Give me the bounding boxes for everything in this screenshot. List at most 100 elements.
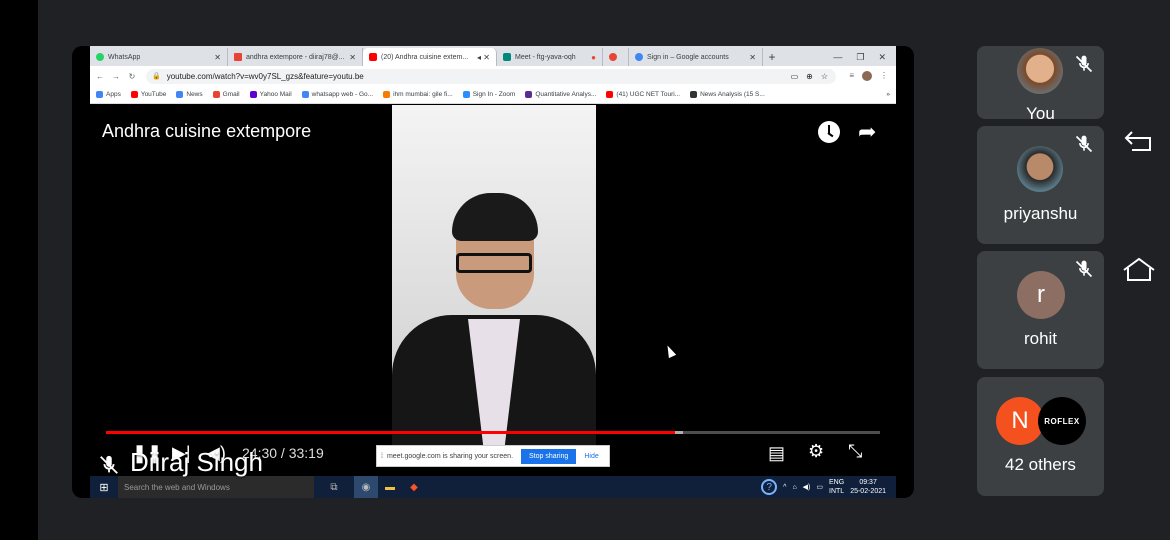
bookmark-quant[interactable]: Quantitative Analys... bbox=[525, 91, 596, 98]
bookmark-news-analysis[interactable]: News Analysis (15 S... bbox=[690, 91, 765, 98]
menu-icon[interactable]: ⋮ bbox=[880, 71, 888, 81]
url-input[interactable]: 🔒 youtube.com/watch?v=wv0y7SL_gzs&featur… bbox=[146, 68, 836, 84]
media-icon[interactable]: ≡ bbox=[849, 71, 854, 81]
tab-meet[interactable]: Meet - ftg-yava-oqh ● bbox=[497, 48, 603, 66]
settings-gear-icon[interactable]: ⚙ bbox=[808, 441, 824, 462]
home-nav-icon[interactable] bbox=[1121, 256, 1157, 291]
tab-label: andhra extempore - diiraj78@... bbox=[246, 53, 345, 61]
bookmark-yahoo-mail[interactable]: Yahoo Mail bbox=[249, 91, 292, 98]
new-tab-button[interactable]: + bbox=[763, 48, 781, 66]
stop-sharing-button[interactable]: Stop sharing bbox=[521, 448, 577, 464]
lang-top: ENG bbox=[829, 479, 845, 486]
bookmark-label: Apps bbox=[106, 91, 121, 98]
chrome-icon[interactable]: ◉ bbox=[354, 476, 378, 498]
avatar-initial: N bbox=[1011, 407, 1029, 434]
screen-share-notice: ⁞ meet.google.com is sharing your screen… bbox=[376, 445, 610, 467]
whatsapp-icon bbox=[96, 53, 104, 61]
bookmark-zoom[interactable]: Sign In - Zoom bbox=[462, 91, 515, 98]
roflex-logo-text: ROFLEX bbox=[1044, 416, 1080, 426]
brave-icon[interactable]: ◆ bbox=[402, 476, 426, 498]
edge-icon bbox=[525, 91, 533, 98]
profile-avatar[interactable] bbox=[862, 71, 872, 81]
hide-button[interactable]: Hide bbox=[584, 453, 598, 460]
close-icon[interactable]: ◂ ✕ bbox=[473, 53, 490, 62]
network-icon[interactable]: ⌂ bbox=[792, 484, 796, 491]
taskbar-search-input[interactable]: Search the web and Windows bbox=[118, 476, 314, 498]
bookmark-ugc-net[interactable]: (41) UGC NET Touri... bbox=[606, 91, 680, 98]
minimize-icon[interactable]: — bbox=[833, 48, 842, 66]
language-indicator[interactable]: ENG INTL bbox=[829, 478, 844, 496]
bookmark-ihm[interactable]: ihm mumbai: gile fi... bbox=[383, 91, 453, 98]
tab-youtube[interactable]: (20) Andhra cuisine extem... ◂ ✕ bbox=[363, 48, 497, 66]
bookmarks-overflow-icon[interactable]: » bbox=[886, 91, 896, 98]
progress-played bbox=[106, 431, 675, 434]
youtube-icon bbox=[130, 91, 138, 98]
back-icon[interactable]: ← bbox=[94, 72, 106, 81]
share-icon[interactable]: ➦ bbox=[858, 121, 876, 143]
bookmark-whatsapp-web[interactable]: whatsapp web - Go... bbox=[301, 91, 373, 98]
youtube-player[interactable]: Andhra cuisine extempore ➦ ❚❚ ▶| ◀) 24:3… bbox=[72, 105, 914, 476]
mic-off-icon bbox=[98, 452, 120, 474]
close-icon[interactable]: ✕ bbox=[210, 53, 221, 62]
captions-icon[interactable]: ▤ bbox=[768, 443, 785, 464]
participant-tile-you[interactable]: You bbox=[977, 46, 1104, 119]
tab-label: Sign in – Google accounts bbox=[647, 53, 729, 61]
clock-date: 25-02-2021 bbox=[850, 488, 886, 495]
windows-start-icon[interactable]: ⊞ bbox=[90, 481, 118, 494]
bookmark-news[interactable]: News bbox=[176, 91, 203, 98]
forward-icon[interactable]: → bbox=[110, 72, 122, 81]
tab-pinned[interactable] bbox=[603, 48, 629, 66]
file-explorer-icon[interactable]: ▬ bbox=[378, 476, 402, 498]
bookmark-apps[interactable]: Apps bbox=[96, 91, 121, 98]
apps-grid-icon bbox=[96, 91, 103, 98]
tab-gmail[interactable]: andhra extempore - diiraj78@... ✕ bbox=[228, 48, 363, 66]
cast-icon[interactable]: ▭ bbox=[791, 72, 799, 81]
help-icon[interactable]: ? bbox=[761, 479, 778, 495]
taskbar-clock[interactable]: 09:37 25-02-2021 bbox=[850, 478, 886, 496]
zoom-icon[interactable]: ⊕ bbox=[806, 72, 813, 81]
window-controls: — ❐ ✕ bbox=[833, 48, 896, 66]
reload-icon[interactable]: ↻ bbox=[126, 72, 138, 81]
progress-bar[interactable] bbox=[106, 431, 880, 434]
news-icon bbox=[690, 91, 698, 98]
bookmark-label: YouTube bbox=[140, 91, 167, 98]
action-center-icon[interactable]: ▭ bbox=[816, 483, 823, 491]
youtube-icon bbox=[369, 53, 377, 61]
bookmark-youtube[interactable]: YouTube bbox=[130, 91, 167, 98]
close-icon[interactable]: ✕ bbox=[345, 53, 356, 62]
task-view-icon[interactable]: ⧉ bbox=[314, 476, 354, 498]
duration: 33:19 bbox=[288, 445, 324, 461]
browser-tab-bar: WhatsApp ✕ andhra extempore - diiraj78@.… bbox=[90, 46, 896, 66]
video-title[interactable]: Andhra cuisine extempore bbox=[102, 121, 311, 142]
close-icon[interactable]: ✕ bbox=[745, 53, 756, 62]
tab-whatsapp[interactable]: WhatsApp ✕ bbox=[90, 48, 228, 66]
avatar: r bbox=[1017, 271, 1065, 319]
close-window-icon[interactable]: ✕ bbox=[878, 48, 886, 66]
restore-icon[interactable]: ❐ bbox=[856, 48, 864, 66]
watch-later-icon[interactable] bbox=[818, 121, 840, 143]
exit-fullscreen-icon[interactable]: ⤡ bbox=[848, 441, 862, 462]
participant-tile-others[interactable]: N ROFLEX 42 others bbox=[977, 377, 1104, 496]
bookmark-label: News Analysis (15 S... bbox=[700, 91, 765, 98]
tray-expand-icon[interactable]: ^ bbox=[783, 484, 786, 491]
tab-label: WhatsApp bbox=[108, 53, 141, 61]
participant-tile-priyanshu[interactable]: priyanshu bbox=[977, 126, 1104, 244]
avatar bbox=[1017, 146, 1063, 192]
omnibox-icons: ▭ ⊕ ☆ bbox=[791, 72, 828, 81]
blogger-icon bbox=[383, 91, 391, 98]
bookmarks-bar: Apps YouTube News Gmail Yahoo Mail whats… bbox=[90, 86, 896, 104]
news-icon bbox=[176, 91, 184, 98]
drag-handle-icon[interactable]: ⁞ bbox=[381, 453, 383, 460]
clock-time: 09:37 bbox=[859, 479, 877, 486]
meet-icon bbox=[503, 53, 511, 61]
star-icon[interactable]: ☆ bbox=[821, 72, 828, 81]
bookmark-label: (41) UGC NET Touri... bbox=[616, 91, 681, 98]
lang-bottom: INTL bbox=[829, 488, 845, 495]
tab-google-signin[interactable]: Sign in – Google accounts ✕ bbox=[629, 48, 763, 66]
mic-off-icon bbox=[1072, 54, 1096, 78]
bookmark-gmail[interactable]: Gmail bbox=[212, 91, 240, 98]
back-nav-icon[interactable] bbox=[1124, 128, 1154, 161]
mic-off-icon bbox=[1072, 134, 1096, 158]
speaker-icon[interactable]: ◀) bbox=[803, 483, 811, 491]
participant-tile-rohit[interactable]: r rohit bbox=[977, 251, 1104, 369]
